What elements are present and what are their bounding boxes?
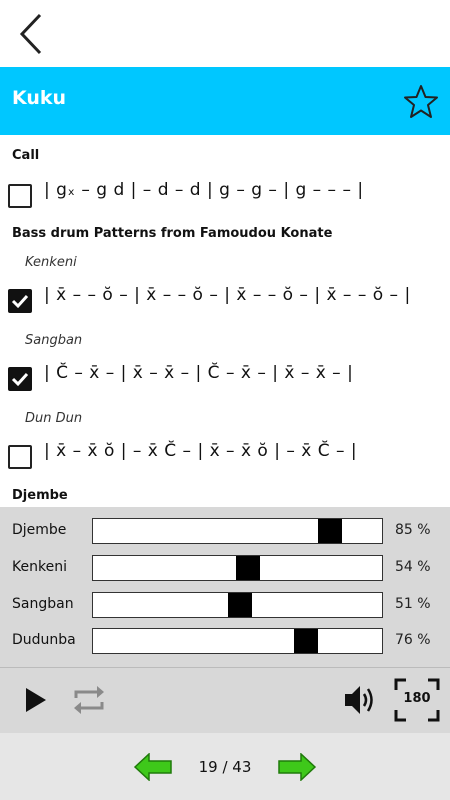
slider-kenkeni[interactable] xyxy=(92,555,383,581)
favorite-star-icon[interactable] xyxy=(403,84,439,120)
section-title-bass: Bass drum Patterns from Famoudou Konate xyxy=(12,226,333,241)
page-title: Kuku xyxy=(12,87,67,109)
playback-controls: 180 xyxy=(0,667,450,733)
page-counter: 19 / 43 xyxy=(198,758,252,776)
pattern-call: | gₓ – g d | – d – d | g – g – | g – – –… xyxy=(44,180,364,200)
section-title-call: Call xyxy=(12,148,40,163)
mixer-label-djembe: Djembe xyxy=(12,522,67,538)
checkbox-call[interactable] xyxy=(8,184,32,208)
arrow-right-icon[interactable] xyxy=(277,753,317,781)
pattern-sangban: | C̆ – x̄ – | x̄ – x̄ – | C̆ – x̄ – | x̄… xyxy=(44,363,354,383)
slider-djembe[interactable] xyxy=(92,518,383,544)
top-bar xyxy=(0,0,450,67)
mixer-label-kenkeni: Kenkeni xyxy=(12,559,67,575)
slider-thumb[interactable] xyxy=(228,593,252,617)
back-icon[interactable] xyxy=(14,12,48,56)
pattern-dundun: | x̄ – x̄ ŏ | – x̄ C̆ – | x̄ – x̄ ŏ | – … xyxy=(44,441,358,461)
mixer-label-sangban: Sangban xyxy=(12,596,74,612)
row-label-kenkeni: Kenkeni xyxy=(25,255,77,270)
play-icon[interactable] xyxy=(24,686,48,714)
volume-icon[interactable] xyxy=(342,682,380,718)
checkbox-kenkeni[interactable] xyxy=(8,289,32,313)
repeat-icon[interactable] xyxy=(70,682,108,718)
pattern-kenkeni: | x̄ – – ŏ – | x̄ – – ŏ – | x̄ – – ŏ – |… xyxy=(44,285,411,305)
slider-dudunba[interactable] xyxy=(92,628,383,654)
footer-pager: 19 / 43 xyxy=(0,733,450,800)
checkmark-icon xyxy=(11,372,29,387)
checkmark-icon xyxy=(11,294,29,309)
slider-thumb[interactable] xyxy=(318,519,342,543)
mixer-label-dudunba: Dudunba xyxy=(12,632,76,648)
rotate-label: 180 xyxy=(403,691,431,706)
checkbox-sangban[interactable] xyxy=(8,367,32,391)
mixer-value-djembe: 85 % xyxy=(395,522,431,538)
row-label-sangban: Sangban xyxy=(25,333,83,348)
slider-sangban[interactable] xyxy=(92,592,383,618)
checkbox-dundun[interactable] xyxy=(8,445,32,469)
arrow-left-icon[interactable] xyxy=(133,753,173,781)
row-label-dundun: Dun Dun xyxy=(25,411,83,426)
section-title-djembe: Djembe xyxy=(12,488,68,503)
rotate-180-button[interactable]: 180 xyxy=(394,678,440,722)
slider-thumb[interactable] xyxy=(236,556,260,580)
mixer-value-sangban: 51 % xyxy=(395,596,431,612)
slider-thumb[interactable] xyxy=(294,629,318,653)
volume-mixer: Djembe 85 % Kenkeni 54 % Sangban 51 % Du… xyxy=(0,507,450,667)
title-bar: Kuku xyxy=(0,67,450,135)
mixer-value-kenkeni: 54 % xyxy=(395,559,431,575)
pattern-list: Call | gₓ – g d | – d – d | g – g – | g … xyxy=(0,135,450,507)
mixer-value-dudunba: 76 % xyxy=(395,632,431,648)
